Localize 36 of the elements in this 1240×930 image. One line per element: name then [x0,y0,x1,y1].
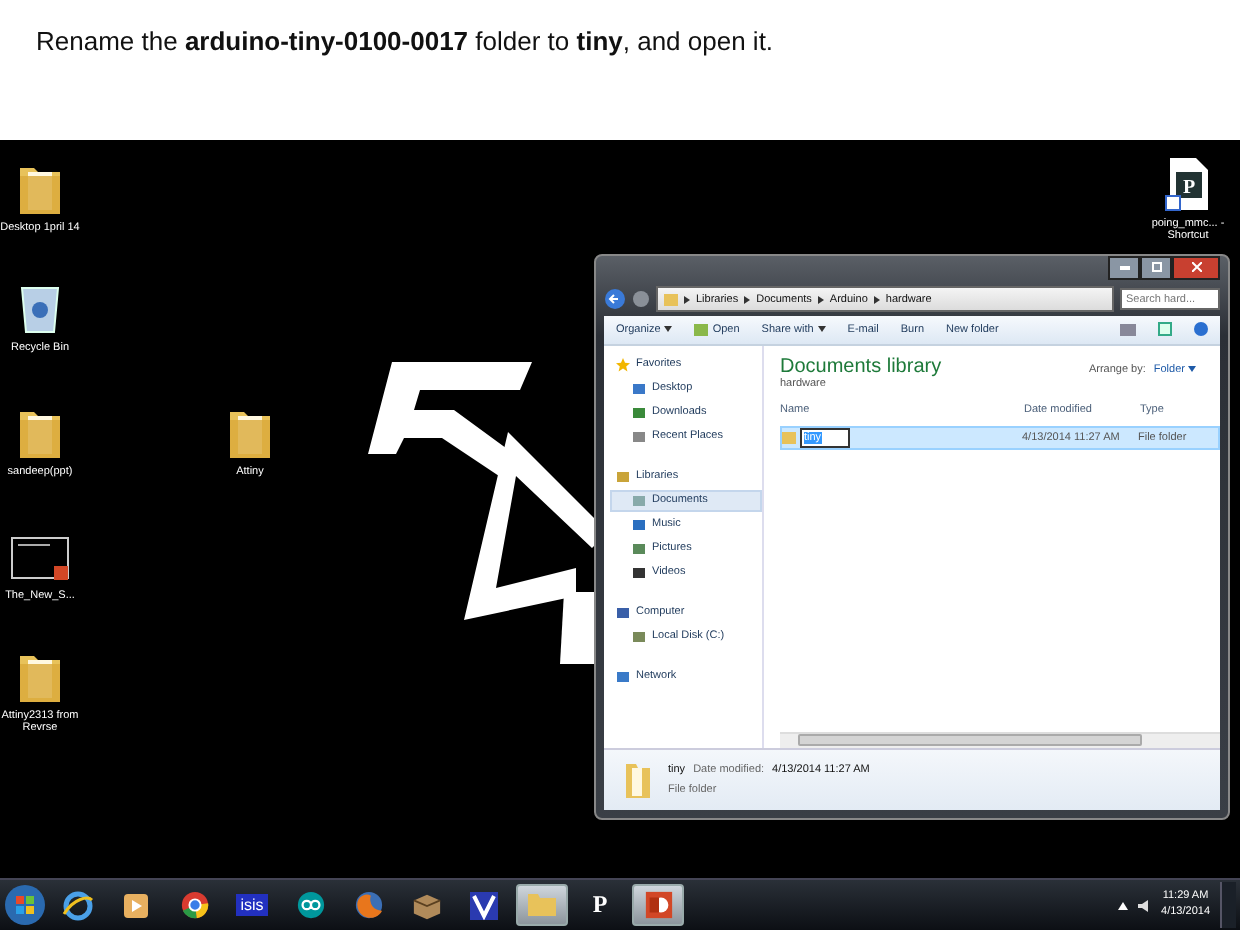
minimize-icon [1119,265,1129,270]
taskbar-button[interactable] [632,884,684,927]
star-icon [616,357,630,372]
chevron-up-icon[interactable] [1117,901,1128,910]
media-player-icon [122,891,150,920]
firefox-icon [353,890,383,921]
minimize-button[interactable] [1108,255,1140,280]
maximize-icon [1151,262,1161,273]
slide-thumbnail-icon [10,535,70,584]
close-icon [1191,262,1201,273]
caret-icon [1188,365,1196,372]
close-button[interactable] [1172,255,1220,280]
maximize-button[interactable] [1140,255,1172,280]
box-icon [411,891,441,920]
taskbar-button[interactable] [516,884,568,927]
chevron-right-icon [744,295,751,304]
caret-icon [664,326,673,333]
v-logo-icon [470,891,498,920]
horizontal-scrollbar[interactable] [780,731,1220,748]
presentation-icon [643,890,673,921]
infinity-icon [295,890,325,921]
speaker-icon[interactable] [1137,899,1152,912]
document-shortcut-icon: P [1164,155,1212,212]
caret-icon [817,326,826,333]
taskbar-button[interactable]: P [574,884,626,927]
chevron-right-icon [684,295,690,304]
library-title: Documents library [780,355,942,378]
chevron-right-icon [873,295,880,304]
globe-e-icon [62,889,94,922]
show-desktop-button[interactable] [1220,882,1236,929]
taskbar-button[interactable]: isis [226,884,278,927]
chrome-icon [179,890,209,921]
chevron-right-icon [817,295,824,304]
instruction-text: Rename the arduino-tiny-0100-0017 folder to tiny, and open it. [36,26,774,56]
start-orb-icon[interactable] [4,884,46,927]
preview-pane-icon[interactable] [1158,322,1172,337]
